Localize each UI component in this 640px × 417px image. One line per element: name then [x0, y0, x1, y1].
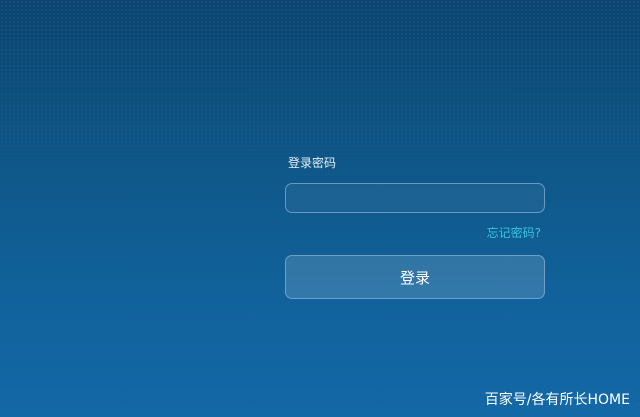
password-input[interactable]	[285, 183, 545, 213]
login-button[interactable]: 登录	[285, 255, 545, 299]
login-panel: 登录密码 忘记密码? 登录	[285, 154, 545, 299]
forgot-password-link[interactable]: 忘记密码?	[487, 226, 541, 240]
password-label: 登录密码	[288, 156, 337, 170]
watermark-text: 百家号/各有所长HOME	[484, 392, 630, 408]
forgot-password-row: 忘记密码?	[285, 223, 545, 241]
